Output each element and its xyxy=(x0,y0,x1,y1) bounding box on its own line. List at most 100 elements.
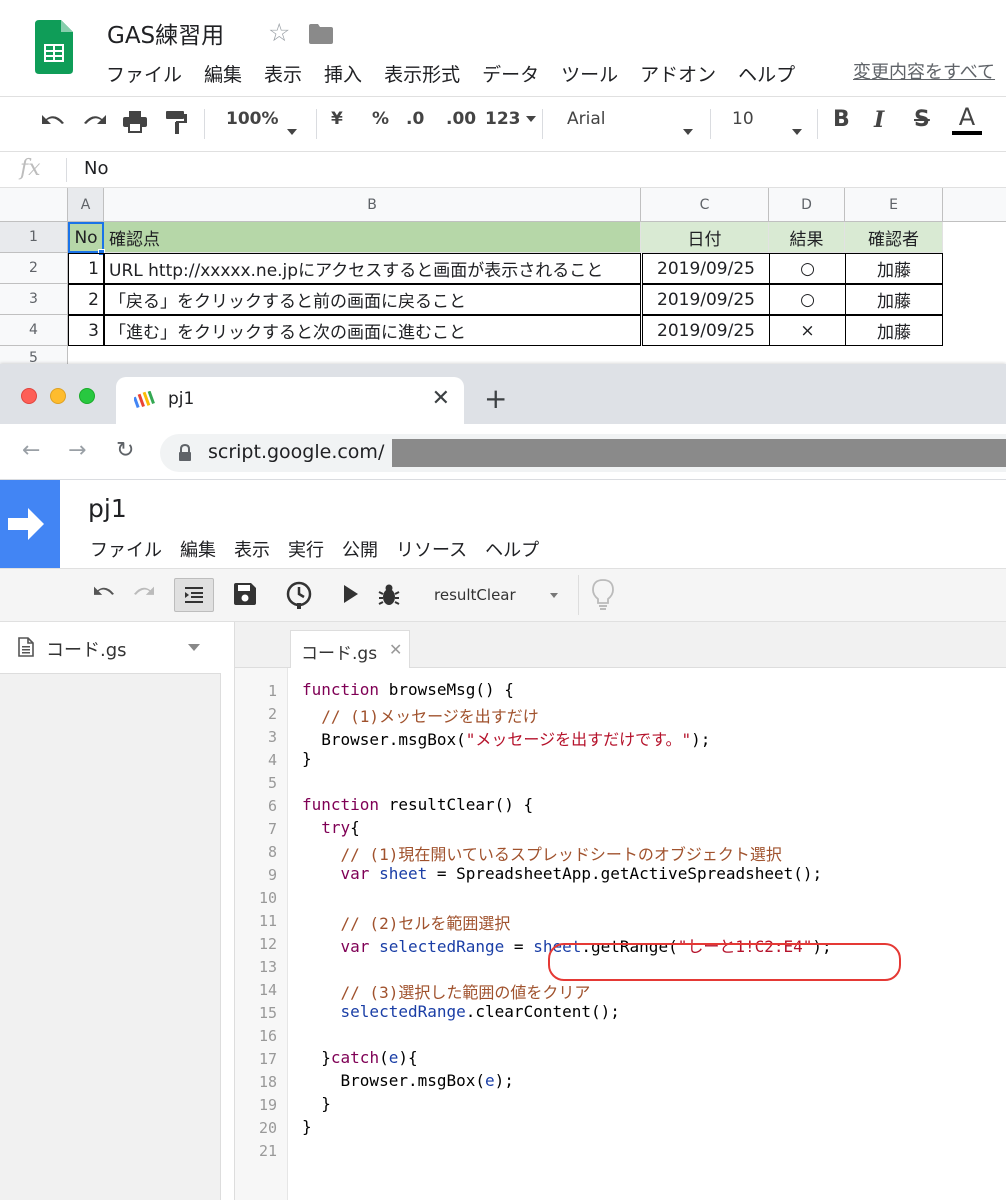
reload-icon[interactable]: ↻ xyxy=(116,438,134,463)
project-title[interactable]: pj1 xyxy=(88,494,127,523)
document-title[interactable]: GAS練習用 xyxy=(107,16,224,50)
minimize-window-button[interactable] xyxy=(50,388,66,404)
indent-icon[interactable] xyxy=(174,578,214,612)
strikethrough-button[interactable]: S xyxy=(914,107,930,132)
cell-a3[interactable]: 2 xyxy=(68,284,104,315)
file-item[interactable]: コード.gs xyxy=(0,622,221,674)
cell-e2[interactable]: 加藤 xyxy=(845,253,943,284)
menu-format[interactable]: 表示形式 xyxy=(384,60,460,87)
as-menu-publish[interactable]: 公開 xyxy=(342,536,378,562)
cell-b1[interactable]: 確認点 xyxy=(104,222,641,253)
function-dropdown-icon[interactable] xyxy=(550,593,558,598)
column-header-e[interactable]: E xyxy=(845,188,943,222)
editor-tab-code-gs[interactable]: コード.gs ✕ xyxy=(290,630,410,668)
folder-icon[interactable] xyxy=(309,24,333,48)
menu-view[interactable]: 表示 xyxy=(264,60,302,87)
cell-a2[interactable]: 1 xyxy=(68,253,104,284)
code-line[interactable]: } xyxy=(302,749,312,768)
zoom-window-button[interactable] xyxy=(79,388,95,404)
cell-b3[interactable]: 「戻る」をクリックすると前の画面に戻ること xyxy=(104,284,641,315)
cell-a4[interactable]: 3 xyxy=(68,315,104,346)
forward-arrow-icon[interactable]: → xyxy=(68,438,86,463)
code-line[interactable]: function resultClear() { xyxy=(302,795,533,814)
column-header-b[interactable]: B xyxy=(104,188,641,222)
as-menu-run[interactable]: 実行 xyxy=(288,536,324,562)
sheets-logo-icon[interactable] xyxy=(35,20,73,74)
undo-icon[interactable] xyxy=(40,111,66,138)
function-select[interactable]: resultClear xyxy=(420,579,576,611)
cell-d4[interactable]: × xyxy=(769,315,846,346)
code-line[interactable]: try{ xyxy=(302,818,360,837)
cell-e1[interactable]: 確認者 xyxy=(845,222,943,253)
cell-b2[interactable]: URL http://xxxxx.ne.jpにアクセスすると画面が表示されること xyxy=(104,253,641,284)
code-line[interactable]: function browseMsg() { xyxy=(302,680,514,699)
menu-data[interactable]: データ xyxy=(482,60,539,87)
zoom-dropdown-icon[interactable] xyxy=(287,122,297,142)
row-header-1[interactable]: 1 xyxy=(0,222,68,253)
menu-insert[interactable]: 挿入 xyxy=(324,60,362,87)
menu-file[interactable]: ファイル xyxy=(106,60,182,87)
code-line[interactable]: Browser.msgBox("メッセージを出すだけです。"); xyxy=(302,726,710,750)
triggers-clock-icon[interactable] xyxy=(286,581,312,613)
code-line[interactable]: var sheet = SpreadsheetApp.getActiveSpre… xyxy=(302,864,823,883)
code-line[interactable]: Browser.msgBox(e); xyxy=(302,1071,514,1090)
row-header-3[interactable]: 3 xyxy=(0,284,68,315)
lock-icon[interactable] xyxy=(178,443,192,466)
address-bar[interactable]: script.google.com/ xyxy=(160,434,1006,472)
menu-tools[interactable]: ツール xyxy=(561,60,618,87)
column-header-d[interactable]: D xyxy=(769,188,845,222)
redo-icon[interactable] xyxy=(82,111,108,138)
debug-bug-icon[interactable] xyxy=(377,582,401,612)
increase-decimal-button[interactable]: .00 xyxy=(446,109,476,129)
back-arrow-icon[interactable]: ← xyxy=(22,438,40,463)
save-icon[interactable] xyxy=(234,583,256,609)
close-window-button[interactable] xyxy=(21,388,37,404)
editor-tab-close-icon[interactable]: ✕ xyxy=(389,640,402,659)
as-menu-edit[interactable]: 編集 xyxy=(180,536,216,562)
formula-input[interactable]: No xyxy=(84,158,108,179)
cell-d2[interactable]: ○ xyxy=(769,253,846,284)
cell-e3[interactable]: 加藤 xyxy=(845,284,943,315)
cell-c3[interactable]: 2019/09/25 xyxy=(642,284,770,315)
lightbulb-icon[interactable] xyxy=(592,579,614,615)
cell-d3[interactable]: ○ xyxy=(769,284,846,315)
as-menu-file[interactable]: ファイル xyxy=(90,536,162,562)
row-header-2[interactable]: 2 xyxy=(0,253,68,284)
code-line[interactable]: }catch(e){ xyxy=(302,1048,417,1067)
browser-tab-pj1[interactable]: pj1 ✕ xyxy=(116,377,464,424)
file-menu-dropdown-icon[interactable] xyxy=(188,644,200,651)
text-color-button[interactable]: A xyxy=(952,103,982,135)
menu-edit[interactable]: 編集 xyxy=(204,60,242,87)
column-header-a[interactable]: A xyxy=(68,188,104,222)
cell-e4[interactable]: 加藤 xyxy=(845,315,943,346)
cell-d1[interactable]: 結果 xyxy=(769,222,845,253)
font-dropdown-icon[interactable] xyxy=(683,122,693,142)
as-menu-resources[interactable]: リソース xyxy=(396,536,467,562)
star-icon[interactable]: ☆ xyxy=(268,18,290,47)
font-size-dropdown-icon[interactable] xyxy=(792,122,802,142)
cell-c2[interactable]: 2019/09/25 xyxy=(642,253,770,284)
decrease-decimal-button[interactable]: .0 xyxy=(406,109,424,129)
cell-c1[interactable]: 日付 xyxy=(641,222,769,253)
code-line[interactable]: // (3)選択した範囲の値をクリア xyxy=(302,979,591,1003)
font-size-select[interactable]: 10 xyxy=(732,109,754,129)
redo-icon[interactable] xyxy=(132,583,156,607)
italic-button[interactable]: I xyxy=(874,107,884,133)
code-line[interactable]: // (1)メッセージを出すだけ xyxy=(302,703,538,727)
column-header-f[interactable] xyxy=(943,188,1006,222)
code-line[interactable]: // (2)セルを範囲選択 xyxy=(302,910,511,934)
run-play-icon[interactable] xyxy=(343,584,359,608)
code-line[interactable]: selectedRange.clearContent(); xyxy=(302,1002,620,1021)
menu-addons[interactable]: アドオン xyxy=(640,60,716,87)
new-tab-icon[interactable]: + xyxy=(484,382,507,415)
more-formats-button[interactable]: 123 xyxy=(485,109,537,129)
bold-button[interactable]: B xyxy=(833,107,850,132)
tab-close-icon[interactable]: ✕ xyxy=(432,386,450,411)
row-header-4[interactable]: 4 xyxy=(0,315,68,346)
cell-b4[interactable]: 「進む」をクリックすると次の画面に進むこと xyxy=(104,315,641,346)
menu-help[interactable]: ヘルプ xyxy=(738,60,795,87)
undo-icon[interactable] xyxy=(92,583,116,607)
code-line[interactable]: } xyxy=(302,1094,331,1113)
percent-format-button[interactable]: % xyxy=(372,109,389,129)
as-menu-help[interactable]: ヘルプ xyxy=(485,536,539,562)
